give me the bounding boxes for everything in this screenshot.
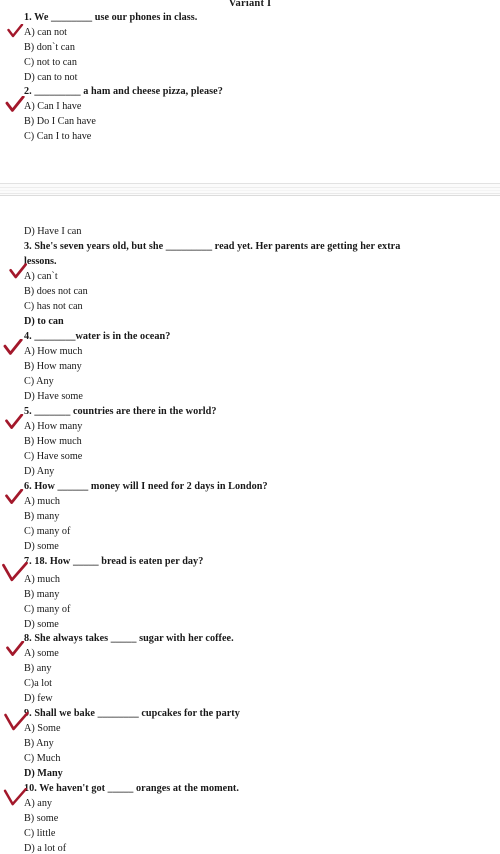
question-text: 3. She's seven years old, but she ______… <box>24 241 401 252</box>
answer-option[interactable]: B) many <box>24 511 496 522</box>
page-title: Variant I <box>228 0 272 9</box>
answer-option[interactable]: B) How much <box>24 436 496 447</box>
question-text: 10. We haven't got _____ oranges at the … <box>24 783 239 794</box>
answer-option[interactable]: A) can not <box>24 27 496 38</box>
answer-option[interactable]: C) many of <box>24 604 496 615</box>
answer-option[interactable]: C) Can I to have <box>24 131 496 142</box>
answer-option[interactable]: B) don`t can <box>24 42 496 53</box>
answer-option[interactable]: A) much <box>24 496 496 507</box>
check-mark-icon <box>2 339 26 357</box>
page-break-rule <box>0 187 500 188</box>
question-text: 4. ________water is in the ocean? <box>24 331 171 342</box>
question-text-continuation: lessons. <box>24 256 57 267</box>
quiz-page: Variant I 1. We ________ use our phones … <box>0 0 500 854</box>
check-mark-glyph <box>7 24 24 38</box>
answer-option[interactable]: D) Many <box>24 768 496 779</box>
answer-option[interactable]: A) much <box>24 574 496 585</box>
page-break-rule <box>0 190 500 191</box>
answer-option[interactable]: B) any <box>24 663 496 674</box>
answer-option[interactable]: D) few <box>24 693 496 704</box>
question-text: 2. _________ a ham and cheese pizza, ple… <box>24 86 223 97</box>
answer-option[interactable]: A) can`t <box>24 271 496 282</box>
question-text: 9. Shall we bake ________ cupcakes for t… <box>24 708 240 719</box>
answer-option[interactable]: B) does not can <box>24 286 496 297</box>
answer-option[interactable]: A) any <box>24 798 496 809</box>
answer-option[interactable]: C)a lot <box>24 678 496 689</box>
answer-option[interactable]: B) How many <box>24 361 496 372</box>
answer-option[interactable]: D) some <box>24 541 496 552</box>
answer-option[interactable]: D) can to not <box>24 72 496 83</box>
answer-option[interactable]: D) Any <box>24 466 496 477</box>
answer-option[interactable]: A) How many <box>24 421 496 432</box>
question-text: 5. _______ countries are there in the wo… <box>24 406 217 417</box>
question-text: 8. She always takes _____ sugar with her… <box>24 633 234 644</box>
answer-option[interactable]: D) Have some <box>24 391 496 402</box>
answer-option[interactable]: A) Can I have <box>24 101 496 112</box>
answer-option[interactable]: A) some <box>24 648 496 659</box>
answer-option[interactable]: D) Have I can <box>24 226 496 237</box>
answer-option[interactable]: C) Much <box>24 753 496 764</box>
page-break-rule <box>0 193 500 194</box>
check-mark-icon <box>7 24 25 39</box>
question-text: 7. 18. How _____ bread is eaten per day? <box>24 556 204 567</box>
check-mark-glyph <box>3 339 23 355</box>
answer-option[interactable]: B) many <box>24 589 496 600</box>
answer-option[interactable]: D) a lot of <box>24 843 496 854</box>
check-mark-glyph <box>5 414 24 429</box>
check-mark-icon <box>4 414 26 431</box>
answer-option[interactable]: C) little <box>24 828 496 839</box>
question-text: 1. We ________ use our phones in class. <box>24 12 198 23</box>
question-text: 6. How ______ money will I need for 2 da… <box>24 481 268 492</box>
answer-option[interactable]: C) Any <box>24 376 496 387</box>
answer-option[interactable]: C) not to can <box>24 57 496 68</box>
answer-option[interactable]: D) some <box>24 619 496 630</box>
answer-option[interactable]: C) many of <box>24 526 496 537</box>
answer-option[interactable]: D) to can <box>24 316 496 327</box>
answer-option[interactable]: B) Do I Can have <box>24 116 496 127</box>
answer-option[interactable]: C) has not can <box>24 301 496 312</box>
answer-option[interactable]: C) Have some <box>24 451 496 462</box>
page-break-divider <box>0 183 500 196</box>
check-mark-icon <box>4 489 26 506</box>
answer-option[interactable]: A) How much <box>24 346 496 357</box>
check-mark-glyph <box>5 489 24 504</box>
answer-option[interactable]: B) Any <box>24 738 496 749</box>
answer-option[interactable]: B) some <box>24 813 496 824</box>
answer-option[interactable]: A) Some <box>24 723 496 734</box>
